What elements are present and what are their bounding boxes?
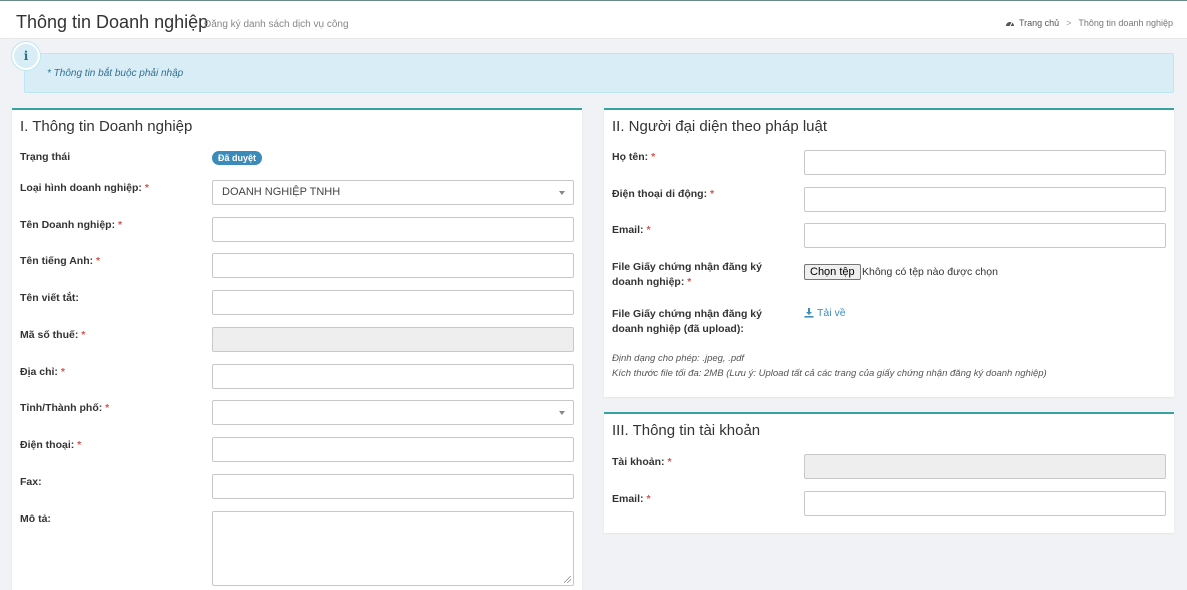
fullname-label: Họ tên: * (612, 151, 656, 163)
tax-code-label: Mã số thuế: * (20, 329, 86, 341)
account-label: Tài khoản: * (612, 456, 672, 468)
address-label: Địa chỉ: * (20, 366, 65, 378)
uploaded-file-label: File Giấy chứng nhận đăng ký doanh nghiệ… (612, 308, 762, 335)
rep-email-input[interactable] (804, 223, 1166, 248)
short-name-label: Tên viết tắt: (20, 292, 79, 304)
province-label: Tỉnh/Thành phố: * (20, 402, 110, 414)
breadcrumb-home-link[interactable]: Trang chủ (1005, 18, 1059, 28)
business-type-select[interactable]: DOANH NGHIỆP TNHH (212, 180, 574, 205)
mobile-input[interactable] (804, 187, 1166, 212)
phone-label: Điện thoại: * (20, 439, 82, 451)
format-hint: Định dạng cho phép: .jpeg, .pdf (612, 353, 745, 364)
account-info-panel: III. Thông tin tài khoản Tài khoản: * Em… (604, 412, 1174, 533)
business-type-value: DOANH NGHIỆP TNHH (222, 186, 341, 198)
account-input (804, 454, 1166, 479)
breadcrumb-home-label: Trang chủ (1018, 18, 1060, 28)
account-info-title: III. Thông tin tài khoản (612, 422, 761, 439)
account-email-input[interactable] (804, 491, 1166, 516)
phone-input[interactable] (212, 437, 574, 462)
breadcrumb-separator: > (1066, 18, 1072, 28)
tax-code-input (212, 327, 574, 352)
status-badge: Đã duyệt (212, 151, 263, 165)
page-title: Thông tin Doanh nghiệp (16, 12, 209, 32)
business-info-panel: I. Thông tin Doanh nghiệp Trạng thái Đã … (12, 108, 582, 590)
chevron-down-icon (559, 191, 565, 195)
company-name-label: Tên Doanh nghiệp: * (20, 219, 123, 231)
file-status-text: Không có tệp nào được chọn (862, 266, 998, 278)
status-label: Trạng thái (20, 151, 71, 163)
english-name-label: Tên tiếng Anh: * (20, 255, 101, 267)
legal-representative-title: II. Người đại diện theo pháp luật (612, 118, 828, 135)
info-icon: i (12, 42, 40, 70)
page-header: Thông tin Doanh nghiệp Đăng ký danh sách… (0, 0, 1187, 39)
dashboard-icon (1005, 22, 1014, 27)
download-icon (804, 308, 814, 318)
business-info-title: I. Thông tin Doanh nghiệp (20, 118, 193, 135)
mobile-label: Điện thoại di động: * (612, 188, 715, 200)
rep-email-label: Email: * (612, 224, 651, 236)
choose-file-button[interactable]: Chọn tệp (804, 264, 861, 280)
english-name-input[interactable] (212, 253, 574, 278)
legal-representative-panel: II. Người đại diện theo pháp luật Họ tên… (604, 108, 1174, 397)
download-link[interactable]: Tải về (804, 307, 846, 319)
page-subtitle: Đăng ký danh sách dịch vụ công (204, 19, 349, 30)
description-textarea[interactable] (212, 511, 574, 586)
company-name-input[interactable] (212, 217, 574, 242)
file-upload-label: File Giấy chứng nhận đăng ký doanh nghiệ… (612, 261, 762, 288)
description-label: Mô tả: (20, 513, 51, 525)
business-type-label: Loại hình doanh nghiệp: * (20, 182, 149, 194)
account-email-label: Email: * (612, 493, 651, 505)
province-select[interactable] (212, 400, 574, 425)
short-name-input[interactable] (212, 290, 574, 315)
size-hint: Kích thước file tối đa: 2MB (Lưu ý: Uplo… (612, 368, 1047, 379)
download-label: Tải về (817, 307, 846, 319)
required-note: * Thông tin bắt buộc phải nhập (47, 68, 184, 79)
chevron-down-icon (559, 411, 565, 415)
resize-grip-icon[interactable] (564, 576, 571, 583)
fax-input[interactable] (212, 474, 574, 499)
required-info-alert: * Thông tin bắt buộc phải nhập (24, 53, 1174, 93)
address-input[interactable] (212, 364, 574, 389)
fullname-input[interactable] (804, 150, 1166, 175)
breadcrumb: Trang chủ > Thông tin doanh nghiệp (1005, 18, 1173, 28)
fax-label: Fax: (20, 476, 42, 488)
breadcrumb-current: Thông tin doanh nghiệp (1078, 18, 1173, 28)
